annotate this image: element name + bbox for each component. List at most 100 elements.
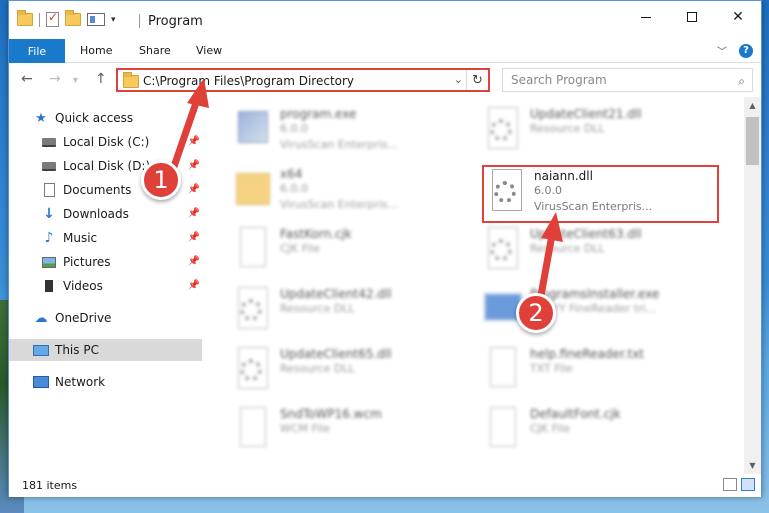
file-type: TXT File: [530, 362, 573, 375]
file-item[interactable]: FastKorn.cjk CJK File: [232, 225, 472, 281]
recent-locations-chevron-icon[interactable]: ▾: [73, 75, 78, 86]
back-arrow-icon[interactable]: ←: [21, 71, 33, 87]
download-icon: ↓: [43, 206, 55, 222]
file-version: 6.0.0: [280, 182, 308, 195]
pin-icon[interactable]: 📌: [188, 160, 200, 171]
large-icons-view-icon[interactable]: [741, 478, 755, 491]
sidebar-item-label: Local Disk (D:): [63, 159, 151, 173]
sidebar-item-label: Music: [63, 231, 98, 245]
file-name: SndToWP16.wcm: [280, 407, 382, 421]
address-bar[interactable]: C:\Program Files\Program Directory ⌄ ↻: [116, 68, 490, 92]
documents-icon: [41, 183, 57, 197]
file-item[interactable]: DefaultFont.cjk CJK File: [482, 405, 722, 461]
details-view-icon[interactable]: [723, 478, 737, 491]
pin-icon[interactable]: 📌: [188, 280, 200, 291]
minimize-icon: [641, 16, 651, 18]
expand-ribbon-chevron-icon[interactable]: ﹀: [717, 43, 727, 58]
network-icon: [33, 375, 49, 389]
file-type: CJK File: [280, 242, 321, 255]
file-item[interactable]: program.exe 6.0.0 VirusScan Enterpris...: [232, 105, 472, 161]
pin-icon[interactable]: 📌: [188, 232, 200, 243]
file-name: program.exe: [280, 107, 357, 121]
pin-icon[interactable]: 📌: [188, 256, 200, 267]
file-item[interactable]: UpdateClient42.dll Resource DLL: [232, 285, 472, 341]
navigation-pane: ★ Quick access Local Disk (C:) 📌 Local D…: [9, 97, 206, 474]
minimize-button[interactable]: [623, 1, 669, 33]
file-name: FastKorn.cjk: [280, 227, 352, 241]
step-badge-1: 1: [141, 160, 181, 200]
sidebar-item-label: Quick access: [55, 111, 134, 125]
pin-icon[interactable]: 📌: [188, 184, 200, 195]
properties-check-icon[interactable]: [46, 10, 59, 27]
file-item[interactable]: UpdateClient65.dll Resource DLL: [232, 345, 472, 401]
step-badge-2: 2: [516, 293, 556, 333]
tab-view[interactable]: View: [196, 44, 222, 57]
up-arrow-icon[interactable]: ↑: [95, 71, 107, 87]
file-item[interactable]: x64 6.0.0 VirusScan Enterpris...: [232, 165, 472, 221]
address-dropdown-chevron-icon[interactable]: ⌄: [454, 73, 463, 86]
sidebar-item-quick-access[interactable]: ★ Quick access: [9, 107, 202, 129]
scroll-up-arrow-icon[interactable]: ▲: [744, 97, 761, 114]
sidebar-item-videos[interactable]: Videos 📌: [9, 275, 202, 297]
item-count: 181 items: [22, 479, 78, 492]
view-options-icon[interactable]: [87, 13, 105, 26]
sidebar-item-label: Downloads: [63, 207, 129, 221]
tab-file[interactable]: File: [9, 39, 65, 63]
sidebar-item-this-pc[interactable]: This PC: [9, 339, 202, 361]
dll-icon: [482, 105, 524, 153]
forward-arrow-icon[interactable]: →: [49, 71, 61, 87]
exe-icon: [232, 105, 274, 153]
file-item-naiann-dll[interactable]: naiann.dll 6.0.0 VirusScan Enterpris...: [486, 167, 726, 223]
scroll-down-arrow-icon[interactable]: ▼: [744, 457, 761, 474]
file-item[interactable]: help.fineReader.txt TXT File: [482, 345, 722, 401]
vertical-scrollbar[interactable]: ▲ ▼: [744, 97, 761, 474]
search-input[interactable]: [502, 68, 753, 92]
dll-icon: [486, 167, 528, 215]
sidebar-item-label: Documents: [63, 183, 132, 197]
help-icon[interactable]: ?: [739, 43, 753, 58]
maximize-button[interactable]: [669, 1, 715, 33]
file-item[interactable]: UpdateClient21.dll Resource DLL: [482, 105, 722, 161]
file-icon: [232, 225, 274, 273]
address-path[interactable]: C:\Program Files\Program Directory: [143, 74, 354, 88]
sidebar-item-downloads[interactable]: ↓ Downloads 📌: [9, 203, 202, 225]
file-item[interactable]: UpdateClient63.dll Resource DLL: [482, 225, 722, 281]
refresh-icon[interactable]: ↻: [466, 70, 488, 90]
window-controls: ✕: [623, 1, 761, 33]
tab-share[interactable]: Share: [139, 44, 171, 57]
file-type: Resource DLL: [280, 362, 355, 375]
file-name: x64: [280, 167, 303, 181]
file-type: WCM File: [280, 422, 330, 435]
sidebar-item-music[interactable]: ♪ Music 📌: [9, 227, 202, 249]
pin-icon[interactable]: 📌: [188, 208, 200, 219]
dll-icon: [232, 345, 274, 393]
window-title: Program: [148, 14, 203, 29]
file-list: program.exe 6.0.0 VirusScan Enterpris...…: [206, 97, 739, 474]
music-icon: ♪: [44, 230, 54, 246]
computer-icon: [33, 343, 49, 357]
file-description: VirusScan Enterpris...: [280, 198, 399, 211]
sidebar-item-network[interactable]: Network: [9, 371, 202, 393]
pin-icon[interactable]: 📌: [188, 136, 200, 147]
file-item[interactable]: SndToWP16.wcm WCM File: [232, 405, 472, 461]
file-version: 6.0.0: [534, 184, 562, 197]
file-name: UpdateClient21.dll: [530, 107, 642, 121]
close-button[interactable]: ✕: [715, 1, 761, 33]
pictures-icon: [41, 255, 57, 269]
tab-home[interactable]: Home: [80, 44, 112, 57]
file-description: VirusScan Enterpris...: [280, 138, 399, 151]
sidebar-item-pictures[interactable]: Pictures 📌: [9, 251, 202, 273]
sidebar-item-label: Network: [55, 375, 106, 389]
new-folder-icon[interactable]: [65, 10, 81, 26]
sidebar-item-onedrive[interactable]: ☁ OneDrive: [9, 307, 202, 329]
scroll-thumb[interactable]: [746, 117, 759, 165]
sidebar-item-local-disk-c[interactable]: Local Disk (C:) 📌: [9, 131, 202, 153]
maximize-icon: [687, 12, 697, 22]
customize-toolbar-chevron-icon[interactable]: ▾: [111, 15, 116, 25]
folder-icon: [17, 10, 33, 26]
file-type: Resource DLL: [530, 242, 605, 255]
sidebar-item-label: Local Disk (C:): [63, 135, 150, 149]
search-icon[interactable]: ⌕: [738, 74, 745, 89]
title-bar: ▾ Program ✕: [9, 1, 761, 39]
file-type: Resource DLL: [280, 302, 355, 315]
